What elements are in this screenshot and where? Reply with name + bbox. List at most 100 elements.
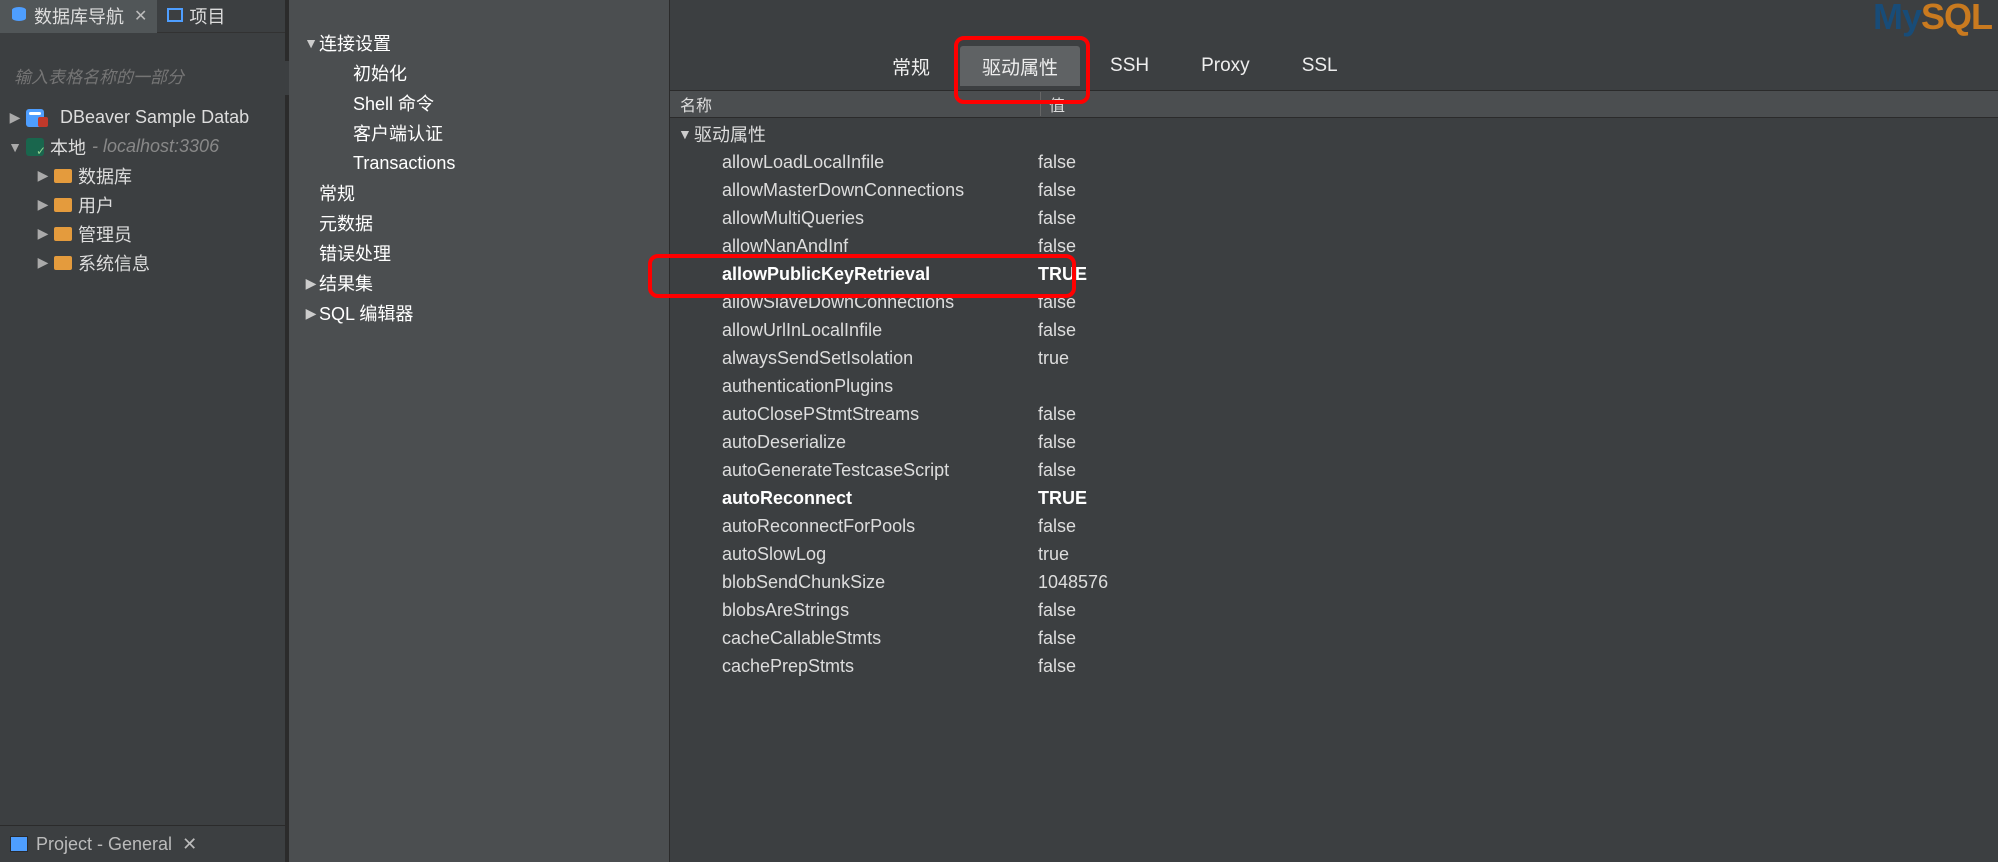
nav-label: 客户端认证	[353, 120, 443, 146]
chevron-icon: ▶	[303, 275, 319, 292]
property-value: false	[1038, 600, 1076, 621]
property-value: false	[1038, 628, 1076, 649]
folder-icon	[54, 227, 72, 241]
close-icon[interactable]: ✕	[182, 834, 197, 855]
property-row[interactable]: allowSlaveDownConnectionsfalse	[670, 288, 1998, 316]
property-value: false	[1038, 208, 1076, 229]
dialog-tab-2[interactable]: SSH	[1088, 46, 1171, 86]
property-value: false	[1038, 404, 1076, 425]
bottom-tab-project[interactable]: Project - General ✕	[0, 825, 285, 862]
chevron-icon: ▶	[303, 305, 319, 322]
tab-database-navigator[interactable]: 数据库导航 ✕	[0, 0, 157, 33]
property-row[interactable]: authenticationPlugins	[670, 372, 1998, 400]
property-row[interactable]: allowNanAndInffalse	[670, 232, 1998, 260]
settings-nav-item[interactable]: 客户端认证	[289, 118, 669, 148]
property-row[interactable]: blobsAreStringsfalse	[670, 596, 1998, 624]
property-value: false	[1038, 320, 1076, 341]
tree-label: 数据库	[78, 163, 132, 189]
settings-nav-item[interactable]: 常规	[289, 178, 669, 208]
dialog-tab-0[interactable]: 常规	[870, 46, 952, 86]
property-row[interactable]: autoReconnectForPoolsfalse	[670, 512, 1998, 540]
nav-label: 结果集	[319, 270, 373, 296]
property-value: false	[1038, 460, 1076, 481]
property-row[interactable]: cachePrepStmtsfalse	[670, 652, 1998, 680]
tree-item[interactable]: ▶用户	[0, 190, 285, 219]
chevron-icon: ▶	[36, 225, 50, 242]
nav-label: 常规	[319, 180, 355, 206]
tree-label: 管理员	[78, 221, 132, 247]
table-header: 名称 值	[670, 90, 1998, 118]
settings-nav-item[interactable]: Shell 命令	[289, 88, 669, 118]
dialog-tab-4[interactable]: SSL	[1280, 46, 1360, 86]
property-name: allowSlaveDownConnections	[722, 292, 1038, 313]
property-name: autoDeserialize	[722, 432, 1038, 453]
property-name: allowPublicKeyRetrieval	[722, 264, 1038, 285]
property-value: TRUE	[1038, 264, 1087, 285]
settings-nav-item[interactable]: 初始化	[289, 58, 669, 88]
property-value: true	[1038, 544, 1069, 565]
chevron-down-icon: ▼	[678, 126, 694, 142]
tree-item[interactable]: ▶DBeaver Sample Datab	[0, 103, 285, 132]
tree-item[interactable]: ▶ 系统信息	[0, 248, 285, 277]
property-row[interactable]: allowLoadLocalInfilefalse	[670, 148, 1998, 176]
settings-nav-item[interactable]: 元数据	[289, 208, 669, 238]
mysql-logo: MySQL	[1873, 0, 1992, 38]
close-icon[interactable]: ✕	[134, 6, 147, 26]
property-name: cacheCallableStmts	[722, 628, 1038, 649]
property-row[interactable]: autoReconnectTRUE	[670, 484, 1998, 512]
nav-label: Shell 命令	[353, 90, 434, 116]
property-name: alwaysSendSetIsolation	[722, 348, 1038, 369]
settings-nav-item[interactable]: Transactions	[289, 148, 669, 178]
bottom-tab-label: Project - General	[36, 834, 172, 855]
property-name: allowNanAndInf	[722, 236, 1038, 257]
property-row[interactable]: allowMultiQueriesfalse	[670, 204, 1998, 232]
tab-projects[interactable]: 项目	[157, 0, 235, 33]
property-row[interactable]: autoClosePStmtStreamsfalse	[670, 400, 1998, 428]
property-value: false	[1038, 236, 1076, 257]
property-name: autoGenerateTestcaseScript	[722, 460, 1038, 481]
chevron-icon: ▶	[36, 167, 50, 184]
property-name: autoReconnectForPools	[722, 516, 1038, 537]
tree-label: 本地	[50, 134, 86, 160]
property-name: allowMultiQueries	[722, 208, 1038, 229]
properties-section[interactable]: ▼ 驱动属性	[670, 120, 1998, 148]
property-value: TRUE	[1038, 488, 1087, 509]
project-icon	[167, 6, 183, 27]
settings-nav-item[interactable]: ▶结果集	[289, 268, 669, 298]
property-row[interactable]: allowMasterDownConnectionsfalse	[670, 176, 1998, 204]
folder-icon	[54, 198, 72, 212]
property-row[interactable]: allowPublicKeyRetrievalTRUE	[670, 260, 1998, 288]
settings-nav: ▼连接设置初始化Shell 命令客户端认证 Transactions 常规元数据错误…	[286, 0, 670, 862]
property-row[interactable]: cacheCallableStmtsfalse	[670, 624, 1998, 652]
property-row[interactable]: autoDeserializefalse	[670, 428, 1998, 456]
property-row[interactable]: allowUrlInLocalInfilefalse	[670, 316, 1998, 344]
tree-item[interactable]: ▼本地- localhost:3306	[0, 132, 285, 161]
dialog-tab-3[interactable]: Proxy	[1179, 46, 1272, 86]
property-name: autoReconnect	[722, 488, 1038, 509]
dialog-tab-1[interactable]: 驱动属性	[960, 46, 1080, 86]
property-name: allowUrlInLocalInfile	[722, 320, 1038, 341]
chevron-icon: ▶	[36, 254, 50, 271]
chevron-icon: ▶	[8, 109, 22, 126]
property-name: blobSendChunkSize	[722, 572, 1038, 593]
col-name: 名称	[670, 92, 1040, 116]
tree-extra: - localhost:3306	[92, 136, 219, 157]
settings-nav-item[interactable]: ▶SQL 编辑器	[289, 298, 669, 328]
settings-nav-item[interactable]: 错误处理	[289, 238, 669, 268]
nav-label: 连接设置	[319, 30, 391, 56]
filter-input[interactable]	[8, 61, 289, 95]
tree-item[interactable]: ▶ 数据库	[0, 161, 285, 190]
property-name: allowLoadLocalInfile	[722, 152, 1038, 173]
property-row[interactable]: autoGenerateTestcaseScriptfalse	[670, 456, 1998, 484]
property-name: cachePrepStmts	[722, 656, 1038, 677]
chevron-icon: ▼	[303, 35, 319, 51]
property-row[interactable]: blobSendChunkSize1048576	[670, 568, 1998, 596]
property-value: false	[1038, 432, 1076, 453]
property-row[interactable]: autoSlowLogtrue	[670, 540, 1998, 568]
nav-label: SQL 编辑器	[319, 300, 413, 326]
tree-label: 系统信息	[78, 250, 150, 276]
settings-nav-item[interactable]: ▼连接设置	[289, 28, 669, 58]
nav-label: Transactions	[353, 153, 455, 174]
tree-item[interactable]: ▶ 管理员	[0, 219, 285, 248]
property-row[interactable]: alwaysSendSetIsolationtrue	[670, 344, 1998, 372]
